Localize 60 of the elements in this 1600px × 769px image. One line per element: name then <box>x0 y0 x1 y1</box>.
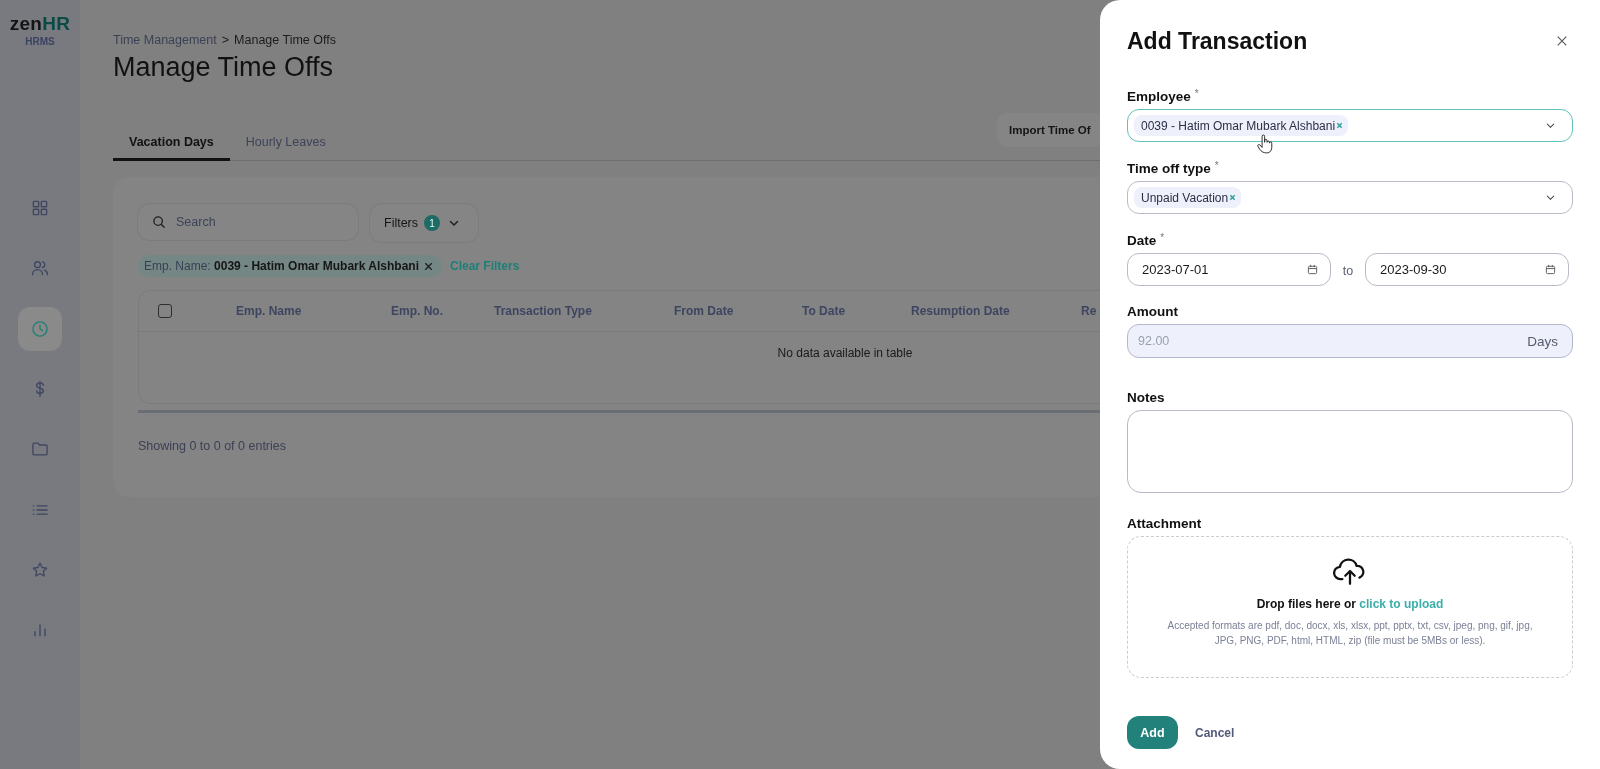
notes-field[interactable] <box>1127 410 1573 493</box>
hand-cursor-icon <box>1257 133 1274 155</box>
breadcrumb-link[interactable]: Time Management <box>113 33 217 48</box>
required-mark: * <box>1194 88 1199 100</box>
date-range-separator: to <box>1341 262 1355 278</box>
field-label: Employee <box>1127 88 1191 106</box>
calendar-icon <box>1307 264 1318 275</box>
select-all-checkbox[interactable] <box>158 304 172 318</box>
required-mark: * <box>1160 232 1165 244</box>
clock-icon <box>30 318 50 339</box>
close-icon[interactable] <box>1556 35 1568 47</box>
search-icon <box>152 215 166 229</box>
date-field[interactable]: 2023-07-01 <box>1127 253 1331 286</box>
field-label: Amount <box>1127 303 1178 321</box>
drop-instruction: Drop files here or click to upload <box>1256 597 1444 611</box>
table-info: Showing 0 to 0 of 0 entries <box>138 439 287 453</box>
filter-count-badge: 1 <box>424 215 441 231</box>
remove-icon[interactable] <box>423 260 434 272</box>
tag-text: Unpaid Vacation <box>1141 190 1229 205</box>
column-header[interactable]: Resumption Date <box>911 304 1081 318</box>
tab[interactable]: Hourly Leaves <box>229 127 342 161</box>
calendar-icon <box>1545 264 1556 275</box>
logo: zenHR <box>9 14 71 34</box>
column-header[interactable]: Re <box>1081 304 1100 318</box>
column-header[interactable]: Emp. No. <box>391 304 494 318</box>
filters-button[interactable]: Filters 1 <box>370 204 478 242</box>
field-label: Date <box>1127 232 1157 250</box>
chevron-down-icon <box>1545 192 1556 203</box>
cloud-upload-icon <box>1333 557 1367 586</box>
tag-text: 0039 - Hatim Omar Mubark Alshbani <box>1141 118 1336 133</box>
breadcrumb-separator: > <box>221 33 230 48</box>
date-field[interactable]: 2023-09-30 <box>1365 253 1569 286</box>
field-label: Notes <box>1127 389 1165 407</box>
upload-link[interactable]: click to upload <box>1359 597 1444 611</box>
accepted-formats-text: Accepted formats are pdf, doc, docx, xls, xlsx, ppt, pptx, txt, csv, jpeg, png, gif, jpg, JPG, PNG, PDF, html, HTML, zip (file must be 5MBs or less). <box>1166 619 1534 648</box>
column-header[interactable]: From Date <box>674 304 802 318</box>
column-header[interactable]: To Date <box>802 304 911 318</box>
drawer-title: Add Transaction <box>1127 27 1308 55</box>
column-header[interactable]: Emp. Name <box>236 304 391 318</box>
remove-icon[interactable] <box>1229 194 1237 201</box>
column-header[interactable]: Transaction Type <box>494 304 674 318</box>
select-field[interactable]: 0039 - Hatim Omar Mubark Alshbani <box>1127 109 1573 142</box>
file-drop-zone[interactable]: Drop files here or click to upload Accepted formats are pdf, doc, docx, xls, xlsx, ppt, pptx, txt, csv, jpeg, png, gif, jpg, JPG, PNG, PDF, html, HTML, zip (file must be 5MBs or less). <box>1127 536 1573 678</box>
logo-subtitle: HRMS <box>25 36 55 47</box>
cancel-button[interactable]: Cancel <box>1191 721 1239 744</box>
filter-chip-text: Emp. Name: 0039 - Hatim Omar Mubark Alshbani <box>144 259 419 273</box>
field-label: Time off type <box>1127 160 1211 178</box>
tab[interactable]: Vacation Days <box>113 127 230 161</box>
field-label: Attachment <box>1127 515 1202 533</box>
sidebar-item[interactable] <box>18 306 62 351</box>
breadcrumb-current: Manage Time Offs <box>234 33 336 48</box>
add-button[interactable]: Add <box>1127 716 1178 749</box>
search-field[interactable]: Search <box>138 204 358 240</box>
page-title: Manage Time Offs <box>113 51 335 83</box>
required-mark: * <box>1214 160 1219 172</box>
chevron-down-icon <box>1545 120 1556 131</box>
import-button[interactable]: Import Time Of <box>997 113 1100 147</box>
remove-icon[interactable] <box>1336 122 1344 129</box>
empty-message: No data available in table <box>777 346 913 360</box>
select-field[interactable]: Unpaid Vacation <box>1127 181 1573 214</box>
